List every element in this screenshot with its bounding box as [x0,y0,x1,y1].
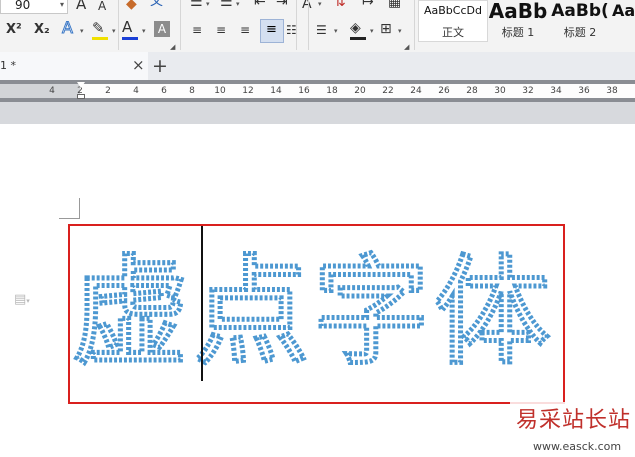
ribbon-toolbar: 90 ▾ A A ◆ 文 ☰ ▾ ☰ ▾ ⇤ ⇥ A ▾ ⇅ ↦ ▦ X² X₂… [0,0,635,52]
style-normal[interactable]: AaBbCcDd 正文 [418,0,488,42]
table-icon[interactable]: ↦ [362,0,374,10]
style-preview: AaBb [488,0,548,23]
document-text[interactable]: 虚点字体 [72,228,560,398]
ruler-tick-label: 2 [105,86,111,96]
line-spacing-icon[interactable]: ☰ [316,22,327,38]
ruler-tick-label: 4 [133,86,139,96]
chevron-down-icon[interactable]: ▾ [398,27,402,35]
justify-icon: ≡ [266,22,277,37]
paragraph-handle-icon[interactable]: ▤▾ [14,292,30,307]
chevron-down-icon[interactable]: ▾ [370,27,374,35]
new-tab-button[interactable]: + [152,55,168,77]
indent-marker-icon[interactable] [77,82,85,100]
font-shrink-icon[interactable]: A [98,0,106,14]
style-heading-2[interactable]: AaBb( 标题 2 [550,0,610,44]
text-effect-icon[interactable]: A [302,0,312,12]
shading-icon[interactable]: ◈ [350,20,361,36]
chevron-down-icon[interactable]: ▾ [318,0,322,8]
ruler-tick-label: 38 [606,86,618,96]
phonetic-icon[interactable]: 文 [150,0,163,10]
ruler-tick-label: 32 [522,86,534,96]
tab-title: 1 * [0,59,16,72]
dotted-outline-text: 虚点字体 [72,243,554,381]
style-label: 标题 2 [563,26,597,39]
ruler-tick-label: 26 [438,86,450,96]
ruler-tick-label: 30 [494,86,506,96]
style-label: 正文 [442,26,464,39]
text-outline-icon[interactable]: A [62,19,74,36]
ruler-tick-label: 34 [550,86,562,96]
font-color-icon[interactable]: A [122,19,132,35]
divider [180,0,181,50]
ruler-tick-label: 12 [242,86,254,96]
superscript-icon[interactable]: X² [6,22,22,38]
style-heading-3[interactable]: Aa [612,0,635,44]
chevron-down-icon[interactable]: ▾ [236,0,240,8]
ruler-tick-label: 14 [270,86,282,96]
align-left-icon[interactable]: ≡ [192,22,202,38]
font-grow-icon[interactable]: A [76,0,86,12]
table-icon[interactable]: ▦ [388,0,401,10]
chevron-down-icon[interactable]: ▾ [80,27,84,35]
align-right-icon[interactable]: ≡ [240,22,250,38]
chevron-down-icon[interactable]: ▾ [142,27,146,35]
ruler-tick-label: 18 [326,86,338,96]
ruler-tick-label: 8 [189,86,195,96]
ruler-tick-label: 4 [49,86,55,96]
divider [308,0,309,50]
increase-indent-icon[interactable]: ⇥ [276,0,288,10]
watermark-url: www.easck.com [533,440,622,453]
highlight-color-bar [92,37,108,40]
style-heading-1[interactable]: AaBb 标题 1 [488,0,548,44]
shading-color-bar [350,37,366,40]
chevron-down-icon[interactable]: ▾ [112,27,116,35]
ruler-tick-label: 36 [578,86,590,96]
page-gap [0,102,635,124]
distributed-icon[interactable]: ☷ [286,22,297,38]
font-color-bar [122,37,138,40]
text-cursor [201,226,203,381]
style-preview: Aa [612,1,635,20]
ruler-tick-label: 16 [298,86,310,96]
subscript-icon[interactable]: X₂ [34,22,50,38]
dialog-launcher-icon[interactable]: ◢ [170,43,175,51]
ruler-tick-label: 10 [214,86,226,96]
ruler-margin [0,84,80,98]
font-size-value: 90 [15,0,31,12]
margin-corner-marker [59,198,80,219]
border-icon[interactable]: ⊞ [380,21,392,37]
document-tab[interactable]: 1 * × [0,52,148,80]
watermark: 易采站长站 www.easck.com [510,402,635,457]
style-preview: AaBbCcDd [424,4,482,17]
dialog-launcher-icon[interactable]: ◢ [404,43,409,51]
ruler-tick-label: 24 [410,86,422,96]
clear-format-icon[interactable]: ◆ [126,0,137,12]
justify-button[interactable]: ≡ [260,19,284,43]
font-size-box[interactable]: 90 ▾ [0,0,68,14]
style-label: 标题 1 [501,26,535,39]
watermark-title: 易采站长站 [516,408,632,433]
close-icon[interactable]: × [132,56,145,74]
align-center-icon[interactable]: ≡ [216,22,226,38]
divider [414,0,415,50]
style-preview: AaBb( [551,1,609,21]
ruler-tick-label: 20 [354,86,366,96]
ruler-tick-label: 6 [161,86,167,96]
char-shading-icon[interactable]: A [154,21,170,37]
decrease-indent-icon[interactable]: ⇤ [254,0,266,10]
chevron-down-icon[interactable]: ▾ [206,0,210,8]
numbering-icon[interactable]: ☰ [220,0,233,10]
ruler-tick-label: 28 [466,86,478,96]
sort-icon[interactable]: ⇅ [334,0,346,10]
divider [118,0,119,50]
highlight-icon[interactable]: ✎ [92,20,105,36]
bullets-icon[interactable]: ☰ [190,0,203,10]
ruler-tick-label: 22 [382,86,394,96]
chevron-down-icon[interactable]: ▾ [334,27,338,35]
chevron-down-icon[interactable]: ▾ [60,0,64,9]
